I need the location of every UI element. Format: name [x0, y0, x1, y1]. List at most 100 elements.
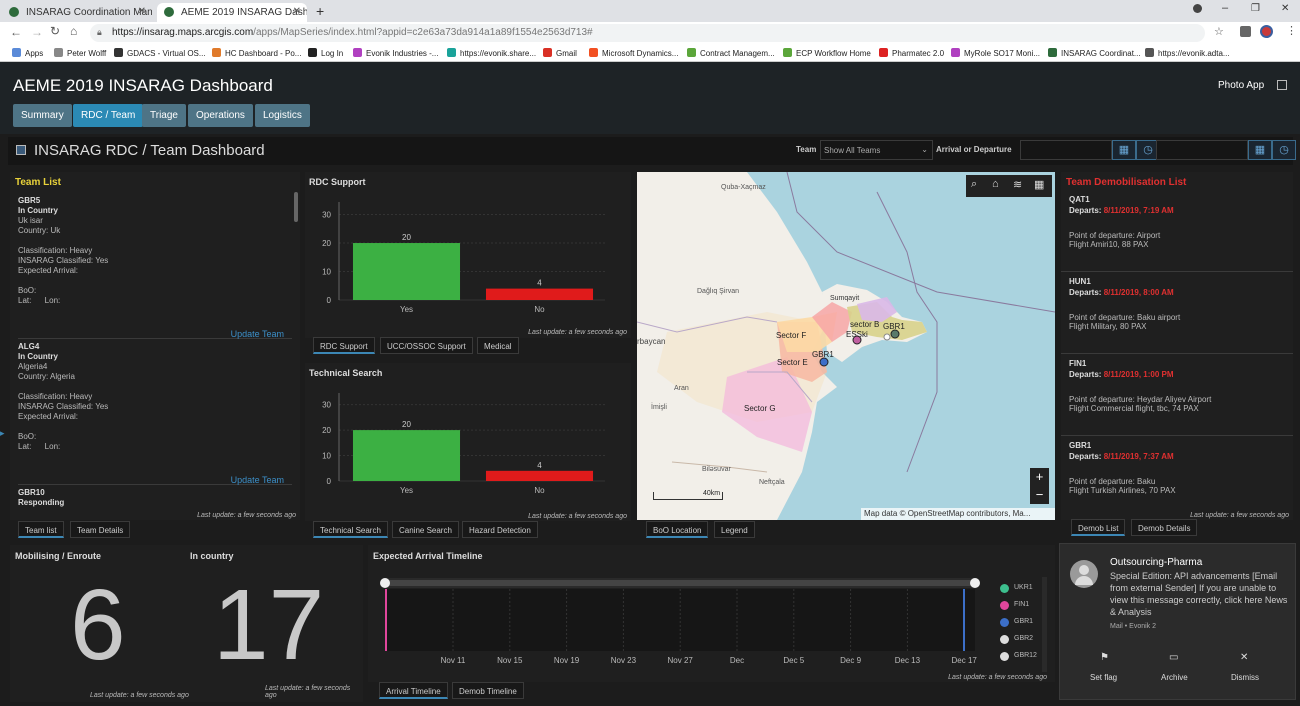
calendar-icon[interactable]: ▦ [1248, 140, 1272, 160]
departure-date-input[interactable] [1156, 140, 1248, 160]
legend-item[interactable]: GBR2 [996, 634, 1046, 646]
tab-arrival-timeline[interactable]: Arrival Timeline [379, 682, 448, 699]
minimize-icon[interactable]: – [1222, 2, 1228, 14]
tab-triage[interactable]: Triage [142, 104, 186, 127]
map-label: rbaycan [637, 337, 666, 346]
x-tick-label: Nov 23 [611, 656, 637, 665]
browser-tab-dashboard[interactable]: AEME 2019 INSARAG Dashboard ✕ [157, 3, 307, 22]
list-item: GBR5 In Country Uk isar Country: Uk Clas… [18, 196, 292, 339]
bookmark-item[interactable]: https://evonik.adta... [1145, 48, 1230, 58]
bookmark-item[interactable]: Microsoft Dynamics... [589, 48, 678, 58]
tab-hazard-detection[interactable]: Hazard Detection [462, 521, 538, 538]
zoom-out-button[interactable]: − [1030, 486, 1049, 504]
legend-item[interactable]: FIN1 [996, 600, 1046, 612]
extension-icon[interactable] [1240, 26, 1251, 37]
legend-item[interactable]: UKR1 [996, 583, 1046, 595]
close-icon[interactable]: ✕ [138, 6, 146, 17]
tab-ucc-ossoc-support[interactable]: UCC/OSSOC Support [380, 337, 473, 354]
clock-icon[interactable]: ◷ [1272, 140, 1296, 160]
range-handle-start[interactable] [380, 578, 390, 588]
zoom-in-button[interactable]: + [1030, 468, 1049, 486]
tab-rdc-support[interactable]: RDC Support [313, 337, 375, 354]
back-icon[interactable]: ← [10, 25, 22, 39]
tab-demob-timeline[interactable]: Demob Timeline [452, 682, 524, 699]
bookmark-item[interactable]: Evonik Industries -... [353, 48, 438, 58]
bookmark-item[interactable]: INSARAG Coordinat... [1048, 48, 1141, 58]
tab-canine-search[interactable]: Canine Search [392, 521, 459, 538]
bookmark-item[interactable]: Apps [12, 48, 43, 58]
departure-flight: Flight Commercial flight, tbc, 74 PAX [1069, 404, 1199, 413]
team-marker[interactable] [890, 329, 900, 339]
notification-toast[interactable]: Outsourcing-Pharma Special Edition: API … [1059, 543, 1296, 700]
window-close-icon[interactable]: ✕ [1281, 3, 1289, 14]
legend-item[interactable]: GBR12 [996, 651, 1046, 663]
home-icon[interactable]: ⌂ [992, 178, 999, 190]
x-tick-label: No [534, 486, 545, 495]
bookmark-item[interactable]: Peter Wolff [54, 48, 106, 58]
tab-team-details[interactable]: Team Details [70, 521, 131, 538]
tab-team-list[interactable]: Team list [18, 521, 64, 538]
team-code: ALG4 [18, 342, 40, 351]
map-panel[interactable]: Quba-Xaçmaz Sumqayit Dağlıq Şirvan rbayc… [637, 172, 1055, 520]
bookmark-item[interactable]: GDACS - Virtual OS... [114, 48, 206, 58]
maximize-icon[interactable]: ❐ [1251, 3, 1260, 14]
layers-icon[interactable]: ≋ [1013, 178, 1022, 191]
search-icon[interactable]: ⌕ [971, 178, 977, 191]
bookmark-item[interactable]: Contract Managem... [687, 48, 775, 58]
map-canvas[interactable] [637, 172, 1055, 520]
tab-technical-search[interactable]: Technical Search [313, 521, 388, 538]
team-marker[interactable] [883, 333, 891, 341]
bookmark-item[interactable]: https://evonik.share... [447, 48, 536, 58]
reload-icon[interactable]: ↻ [50, 24, 60, 38]
tab-summary[interactable]: Summary [13, 104, 72, 127]
tab-boo-location[interactable]: BoO Location [646, 521, 709, 538]
archive-button[interactable]: Archive [1161, 673, 1188, 682]
tab-rdc-team[interactable]: RDC / Team [73, 104, 144, 127]
tab-logistics[interactable]: Logistics [255, 104, 310, 127]
star-icon[interactable]: ☆ [1214, 25, 1224, 38]
bookmark-item[interactable]: Pharmatec 2.0 [879, 48, 944, 58]
team-list[interactable]: GBR5 In Country Uk isar Country: Uk Clas… [10, 190, 292, 515]
team-marker[interactable] [819, 357, 829, 367]
departure-flight: Flight Military, 80 PAX [1069, 322, 1147, 331]
demob-list[interactable]: QAT1 Departs: 8/11/2019, 7:19 AM Point o… [1061, 190, 1293, 515]
close-icon[interactable]: ✕ [293, 6, 301, 17]
address-bar[interactable]: 🔒︎ https://insarag.maps.arcgis.com/apps/… [90, 24, 1205, 42]
basemap-icon[interactable]: ▦ [1034, 178, 1044, 191]
team-name: Algeria4 [18, 362, 48, 371]
tab-demob-list[interactable]: Demob List [1071, 519, 1126, 536]
set-flag-button[interactable]: Set flag [1090, 673, 1117, 682]
scrollbar[interactable] [1042, 577, 1047, 672]
arrival-date-input[interactable] [1020, 140, 1112, 160]
browser-tab-coordination[interactable]: INSARAG Coordination Manage ✕ [2, 3, 152, 22]
map-label: Biləsuvar [702, 466, 731, 473]
departure-date: 8/11/2019, 7:37 AM [1103, 452, 1174, 461]
demob-list-panel: Team Demobilisation List QAT1 Departs: 8… [1061, 172, 1293, 520]
scrollbar[interactable] [294, 192, 298, 222]
menu-icon[interactable]: ⋮ [1286, 24, 1297, 37]
team-code: GBR5 [18, 196, 41, 205]
team-select[interactable]: Show All Teams ⌄ [820, 140, 933, 160]
bookmark-item[interactable]: ECP Workflow Home [783, 48, 871, 58]
expand-left-icon[interactable]: ▸ [0, 428, 5, 439]
avatar[interactable] [1260, 25, 1273, 38]
legend-item[interactable]: GBR1 [996, 617, 1046, 629]
home-icon[interactable]: ⌂ [70, 24, 77, 38]
bookmark-item[interactable]: HC Dashboard - Po... [212, 48, 301, 58]
dismiss-button[interactable]: Dismiss [1231, 673, 1259, 682]
update-team-link[interactable]: Update Team [231, 475, 284, 485]
update-team-link[interactable]: Update Team [231, 329, 284, 339]
photo-app-link[interactable]: Photo App [1218, 80, 1264, 91]
tab-medical[interactable]: Medical [477, 337, 519, 354]
bookmark-item[interactable]: Gmail [543, 48, 577, 58]
departure-point: Point of departure: Heydar Aliyev Airpor… [1069, 395, 1212, 404]
tab-legend[interactable]: Legend [714, 521, 755, 538]
bookmark-item[interactable]: Log In [308, 48, 343, 58]
range-handle-end[interactable] [970, 578, 980, 588]
tab-operations[interactable]: Operations [188, 104, 253, 127]
tab-demob-details[interactable]: Demob Details [1131, 519, 1198, 536]
new-tab-button[interactable]: + [316, 3, 324, 19]
bookmark-item[interactable]: MyRole SO17 Moni... [951, 48, 1040, 58]
forward-icon[interactable]: → [31, 25, 43, 39]
calendar-icon[interactable]: ▦ [1112, 140, 1136, 160]
